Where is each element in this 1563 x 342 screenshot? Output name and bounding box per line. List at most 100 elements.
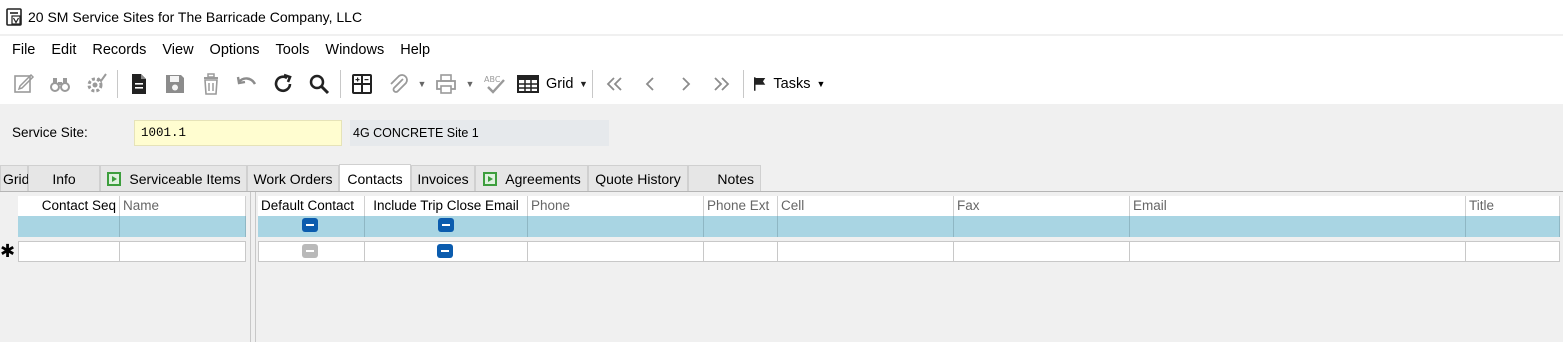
grid-view-dropdown[interactable]: ▼ — [577, 66, 589, 102]
save-button[interactable] — [157, 66, 193, 102]
menu-tools[interactable]: Tools — [270, 42, 316, 58]
tab-invoices[interactable]: Invoices — [411, 165, 475, 192]
print-button[interactable] — [428, 66, 464, 102]
toolbar-separator — [340, 70, 341, 98]
caret-down-icon: ▼ — [816, 79, 826, 89]
new-button[interactable] — [121, 66, 157, 102]
new-row[interactable] — [18, 241, 246, 262]
menu-edit[interactable]: Edit — [45, 42, 82, 58]
save-icon — [166, 75, 184, 93]
refresh-button[interactable] — [265, 66, 301, 102]
search-button[interactable] — [301, 66, 337, 102]
attach-button[interactable] — [380, 66, 416, 102]
grid-view-button[interactable]: Grid — [512, 66, 577, 102]
toolbar-separator — [592, 70, 594, 98]
toolbar-separator — [743, 70, 745, 98]
tab-notes[interactable]: Notes — [688, 165, 761, 192]
calculator-icon — [352, 74, 372, 94]
form-icon — [6, 8, 22, 26]
edit-button[interactable] — [6, 66, 42, 102]
first-record-button[interactable] — [596, 66, 632, 102]
include-trip-close-email-checkbox[interactable] — [437, 244, 453, 258]
tasks-button[interactable]: Tasks ▼ — [747, 66, 829, 102]
undo-button[interactable] — [229, 66, 265, 102]
new-row[interactable] — [258, 241, 1560, 262]
email-cell[interactable] — [1130, 216, 1466, 237]
previous-record-button[interactable] — [632, 66, 668, 102]
menu-records[interactable]: Records — [86, 42, 152, 58]
phone-cell[interactable] — [528, 241, 704, 262]
calculator-button[interactable] — [344, 66, 380, 102]
name-cell[interactable] — [120, 216, 246, 237]
column-header-default-contact[interactable]: Default Contact — [258, 196, 365, 218]
menu-file[interactable]: File — [6, 42, 41, 58]
double-chevron-right-icon — [714, 77, 730, 91]
window-title: 20 SM Service Sites for The Barricade Co… — [28, 9, 363, 25]
double-chevron-left-icon — [607, 77, 623, 91]
attach-dropdown[interactable]: ▼ — [416, 66, 428, 102]
include-trip-close-email-cell[interactable] — [365, 241, 528, 262]
default-contact-cell[interactable] — [258, 216, 365, 237]
column-header-email[interactable]: Email — [1130, 196, 1466, 218]
tab-label: Agreements — [505, 171, 581, 187]
column-header-phone-ext[interactable]: Phone Ext — [704, 196, 778, 218]
menu-view[interactable]: View — [156, 42, 199, 58]
contact-seq-cell[interactable] — [18, 216, 120, 237]
phone-cell[interactable] — [528, 216, 704, 237]
column-header-title[interactable]: Title — [1466, 196, 1560, 218]
tab-contacts[interactable]: Contacts — [339, 164, 411, 193]
title-cell[interactable] — [1466, 216, 1560, 237]
phone-ext-cell[interactable] — [704, 241, 778, 262]
cell-phone-cell[interactable] — [778, 241, 954, 262]
column-header-cell[interactable]: Cell — [778, 196, 954, 218]
printer-icon — [436, 74, 456, 94]
tab-work-orders[interactable]: Work Orders — [247, 165, 339, 192]
menu-help[interactable]: Help — [394, 42, 436, 58]
column-header-phone[interactable]: Phone — [528, 196, 704, 218]
pane-splitter[interactable] — [250, 192, 256, 342]
settings-button[interactable] — [78, 66, 114, 102]
service-site-input[interactable]: 1001.1 — [134, 120, 342, 146]
print-dropdown[interactable]: ▼ — [464, 66, 476, 102]
tab-quote-history[interactable]: Quote History — [588, 165, 688, 192]
menu-options[interactable]: Options — [204, 42, 266, 58]
find-button[interactable] — [42, 66, 78, 102]
delete-button[interactable] — [193, 66, 229, 102]
include-trip-close-email-cell[interactable] — [365, 216, 528, 237]
table-row[interactable] — [18, 216, 246, 237]
next-record-button[interactable] — [668, 66, 704, 102]
new-document-icon — [132, 74, 146, 94]
default-contact-cell[interactable] — [258, 241, 365, 262]
menu-windows[interactable]: Windows — [319, 42, 390, 58]
column-header-name[interactable]: Name — [120, 196, 246, 218]
spellcheck-button[interactable]: ABC — [476, 66, 512, 102]
default-contact-checkbox[interactable] — [302, 218, 318, 232]
name-cell[interactable] — [120, 241, 246, 262]
email-cell[interactable] — [1130, 241, 1466, 262]
last-record-button[interactable] — [704, 66, 740, 102]
column-header-contact-seq[interactable]: Contact Seq — [18, 196, 120, 218]
column-header-fax[interactable]: Fax — [954, 196, 1130, 218]
include-trip-close-email-checkbox[interactable] — [438, 218, 454, 232]
flag-icon — [754, 77, 766, 91]
phone-ext-cell[interactable] — [704, 216, 778, 237]
tab-grid[interactable]: Grid — [0, 165, 29, 192]
fax-cell[interactable] — [954, 241, 1130, 262]
tab-info[interactable]: Info — [28, 165, 100, 192]
default-contact-checkbox[interactable] — [302, 244, 318, 258]
service-site-label: Service Site: — [12, 125, 88, 140]
fax-cell[interactable] — [954, 216, 1130, 237]
chevron-right-icon — [682, 77, 691, 91]
new-row-marker: ✱ — [0, 241, 16, 261]
cell-phone-cell[interactable] — [778, 216, 954, 237]
form-header: Service Site: 1001.1 4G CONCRETE Site 1 — [0, 120, 1563, 146]
tab-label: Work Orders — [253, 171, 333, 187]
table-row[interactable] — [258, 216, 1560, 237]
tab-serviceable-items[interactable]: Serviceable Items — [100, 165, 247, 192]
tab-agreements[interactable]: Agreements — [475, 165, 588, 192]
contact-seq-cell[interactable] — [18, 241, 120, 262]
tab-label: Notes — [717, 171, 754, 187]
column-header-include-trip-close-email[interactable]: Include Trip Close Email — [365, 196, 528, 218]
binoculars-icon — [50, 78, 70, 92]
title-cell[interactable] — [1466, 241, 1560, 262]
